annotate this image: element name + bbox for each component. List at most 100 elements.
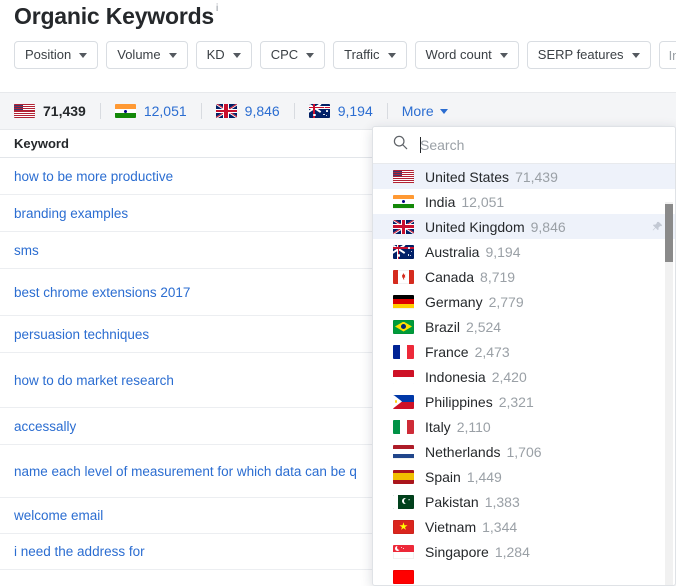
flag-icon-in <box>114 104 136 118</box>
flag-icon-de <box>393 294 414 309</box>
country-option-name: France <box>425 343 469 360</box>
country-option-ca[interactable]: Canada 8,719 <box>373 264 675 289</box>
country-option-name: India <box>425 193 456 210</box>
keyword-link[interactable]: branding examples <box>14 206 128 221</box>
flag-icon-id <box>393 369 414 384</box>
country-option-nl[interactable]: Netherlands 1,706 <box>373 439 675 464</box>
info-icon[interactable]: i <box>216 3 218 15</box>
keyword-link[interactable]: accessally <box>14 419 76 434</box>
chevron-down-icon <box>306 52 315 58</box>
country-option-name: Netherlands <box>425 443 501 460</box>
flag-icon-it <box>393 419 414 434</box>
flag-icon-fr <box>393 344 414 359</box>
country-tab-us[interactable]: 71,439 <box>14 103 100 119</box>
country-option-id[interactable]: Indonesia 2,420 <box>373 364 675 389</box>
filter-button-label: Position <box>25 47 72 62</box>
country-option-name: Philippines <box>425 393 493 410</box>
keyword-link[interactable]: welcome email <box>14 508 103 523</box>
country-option-count: 1,449 <box>466 468 502 485</box>
country-option-name: Brazil <box>425 318 461 335</box>
keyword-link[interactable]: sms <box>14 243 39 258</box>
country-option-name: Vietnam <box>425 518 477 535</box>
country-option-au[interactable]: Australia 9,194 <box>373 239 675 264</box>
filter-button-label: Traffic <box>344 47 380 62</box>
filter-button-serp-features[interactable]: SERP features <box>526 41 651 69</box>
dropdown-scrollbar-thumb[interactable] <box>665 204 673 262</box>
country-tab-gb[interactable]: 9,846 <box>215 103 294 119</box>
filter-button-cpc[interactable]: CPC <box>259 41 326 69</box>
filter-button-label: SERP features <box>537 47 624 62</box>
country-tab-in[interactable]: 12,051 <box>114 103 201 119</box>
country-tab-au[interactable]: 9,194 <box>308 103 387 119</box>
country-option-count: 2,473 <box>474 343 510 360</box>
country-tab-count: 12,051 <box>143 103 187 119</box>
include-input[interactable] <box>658 41 676 69</box>
country-option-us[interactable]: United States 71,439 <box>373 164 675 189</box>
flag-icon-pk <box>393 494 414 509</box>
divider <box>386 103 388 119</box>
country-option-count: 2,110 <box>456 418 491 435</box>
keyword-link[interactable]: name each level of measurement for which… <box>14 464 357 479</box>
filter-button-kd[interactable]: KD <box>195 41 252 69</box>
flag-icon-sg <box>393 544 414 559</box>
country-option-es[interactable]: Spain 1,449 <box>373 464 675 489</box>
filter-button-label: Volume <box>117 47 161 62</box>
country-option-vn[interactable]: Vietnam 1,344 <box>373 514 675 539</box>
flag-icon-es <box>393 469 414 484</box>
country-option-gb[interactable]: United Kingdom 9,846 <box>373 214 675 239</box>
filter-button-volume[interactable]: Volume <box>106 41 188 69</box>
filter-button-traffic[interactable]: Traffic <box>333 41 407 69</box>
country-option-it[interactable]: Italy 2,110 <box>373 414 675 439</box>
country-search-input[interactable] <box>420 137 663 153</box>
country-option-in[interactable]: India 12,051 <box>373 189 675 214</box>
keyword-link[interactable]: i need the address for <box>14 544 145 559</box>
chevron-down-icon <box>387 52 396 58</box>
country-list: United States 71,439 India 12,051 United Kin… <box>373 164 675 585</box>
keyword-link[interactable]: how to be more productive <box>14 169 173 184</box>
more-countries-label: More <box>401 103 434 119</box>
country-dropdown: United States 71,439 India 12,051 United Kin… <box>372 126 676 586</box>
country-option-count: 1,284 <box>494 543 530 560</box>
country-option-count: 2,779 <box>488 293 524 310</box>
search-icon <box>393 135 408 155</box>
chevron-down-icon <box>631 52 640 58</box>
flag-icon-au <box>308 104 330 118</box>
more-countries-button[interactable]: More <box>402 103 448 119</box>
country-option-ph[interactable]: Philippines 2,321 <box>373 389 675 414</box>
filter-button-label: CPC <box>270 47 299 62</box>
filter-button-label: Word count <box>425 47 492 62</box>
country-tab-count: 9,194 <box>337 103 373 119</box>
country-option-sg[interactable]: Singapore 1,284 <box>373 539 675 564</box>
country-option-tw[interactable] <box>373 564 675 585</box>
keyword-link[interactable]: best chrome extensions 2017 <box>14 285 190 300</box>
keyword-link[interactable]: how to do market research <box>14 373 174 388</box>
country-option-count: 9,846 <box>530 218 566 235</box>
country-option-name: Spain <box>425 468 461 485</box>
pin-icon[interactable] <box>652 219 663 235</box>
app-root: Organic Keywords i Position Volume KD CPC Tr… <box>0 0 676 586</box>
country-option-fr[interactable]: France 2,473 <box>373 339 675 364</box>
keyword-link[interactable]: persuasion techniques <box>14 327 149 342</box>
country-option-count: 2,420 <box>491 368 527 385</box>
flag-icon-vn <box>393 519 414 534</box>
country-tab-count: 71,439 <box>43 103 86 119</box>
filter-bar: Position Volume KD CPC Traffic Word count SERP… <box>14 41 676 69</box>
country-option-name: Indonesia <box>425 368 486 385</box>
chevron-down-icon <box>232 52 241 58</box>
country-option-count: 1,706 <box>506 443 542 460</box>
country-option-de[interactable]: Germany 2,779 <box>373 289 675 314</box>
country-option-count: 8,719 <box>480 268 516 285</box>
filter-button-position[interactable]: Position <box>14 41 99 69</box>
flag-icon-nl <box>393 444 414 459</box>
dropdown-scrollbar[interactable] <box>665 202 673 585</box>
country-option-count: 2,321 <box>498 393 534 410</box>
page-title: Organic Keywords i <box>14 2 218 30</box>
flag-icon-br <box>393 319 414 334</box>
filter-button-word-count[interactable]: Word count <box>414 41 519 69</box>
country-option-name: Canada <box>425 268 475 285</box>
country-option-pk[interactable]: Pakistan 1,383 <box>373 489 675 514</box>
country-option-br[interactable]: Brazil 2,524 <box>373 314 675 339</box>
country-search-row[interactable] <box>373 127 675 164</box>
country-option-count: 1,383 <box>484 493 520 510</box>
country-option-name: Australia <box>425 243 480 260</box>
